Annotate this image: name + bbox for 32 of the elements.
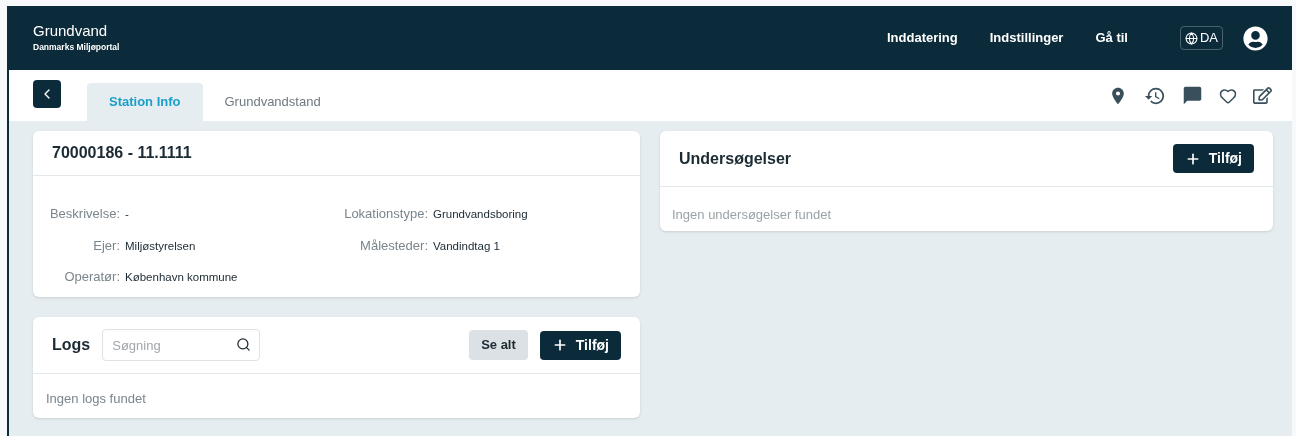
field-label: Beskrivelse: — [48, 205, 120, 223]
field-label: Lokationstype: — [343, 205, 428, 223]
search-icon — [236, 337, 252, 352]
field-label: Målesteder: — [359, 236, 428, 255]
add-investigation-button[interactable]: Tilføj — [1172, 144, 1254, 173]
logs-title: Logs — [52, 335, 91, 355]
nav-link[interactable]: Indstillinger — [989, 28, 1064, 48]
heart-icon[interactable] — [1219, 86, 1237, 105]
field-value: - — [125, 207, 129, 222]
investigations-title: Undersøgelser — [679, 148, 792, 169]
app-title: Grundvand — [33, 22, 109, 41]
field-value: Vandindtag 1 — [433, 238, 500, 254]
add-log-button[interactable]: Tilføj — [539, 330, 621, 360]
language-button[interactable]: DA — [1179, 26, 1223, 50]
back-button[interactable] — [33, 79, 61, 108]
field-label: Operatør: — [63, 268, 120, 286]
field-value: Miljøstyrelsen — [125, 238, 196, 254]
empty-message: Ingen undersøgelser fundet — [672, 207, 831, 222]
field-label: Ejer: — [92, 236, 120, 255]
app-subtitle: Danmarks Miljøportal — [33, 41, 120, 54]
see-all-button[interactable]: Se alt — [469, 330, 528, 360]
comment-icon[interactable] — [1182, 85, 1203, 106]
globe-icon — [1184, 31, 1198, 45]
station-title: 70000186 - 11.1111 — [52, 143, 192, 163]
user-avatar-icon[interactable] — [1243, 25, 1268, 51]
search-field[interactable]: Søgning — [102, 329, 261, 361]
edit-icon[interactable] — [1253, 86, 1272, 105]
nav-link[interactable]: Inddatering — [886, 28, 958, 48]
field-value: København kommune — [125, 270, 238, 285]
field-value: Grundvandsboring — [433, 207, 528, 222]
nav-link[interactable]: Gå til — [1095, 28, 1128, 48]
empty-message: Ingen logs fundet — [46, 391, 146, 406]
